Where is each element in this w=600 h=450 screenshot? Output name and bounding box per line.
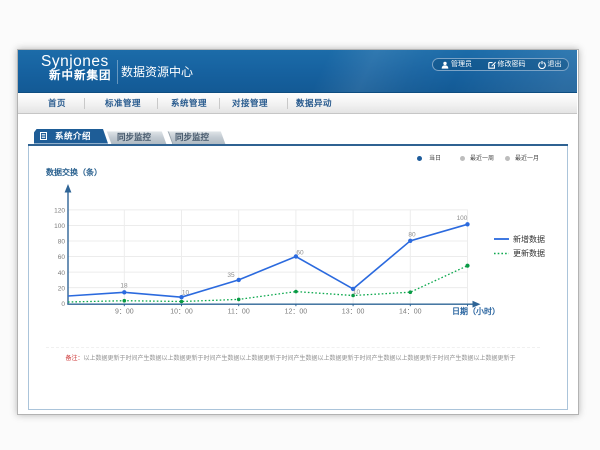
svg-text:12：00: 12：00 [285,309,308,316]
svg-text:11：00: 11：00 [228,309,250,316]
svg-text:13：00: 13：00 [342,309,365,316]
svg-text:60: 60 [58,254,66,261]
svg-text:20: 20 [58,285,66,292]
svg-text:18: 18 [120,283,128,290]
svg-text:80: 80 [58,239,66,246]
svg-text:40: 40 [58,270,66,277]
svg-text:10: 10 [182,290,190,297]
svg-text:0: 0 [61,301,65,308]
svg-text:100: 100 [457,215,468,222]
svg-text:80: 80 [408,232,416,239]
svg-text:14：00: 14：00 [399,309,422,316]
svg-text:10：00: 10：00 [170,309,193,316]
svg-text:10: 10 [353,289,361,296]
svg-text:9：00: 9：00 [115,309,134,316]
svg-text:120: 120 [54,208,65,215]
svg-text:60: 60 [296,250,304,257]
svg-text:100: 100 [54,223,65,230]
svg-text:35: 35 [227,272,235,279]
